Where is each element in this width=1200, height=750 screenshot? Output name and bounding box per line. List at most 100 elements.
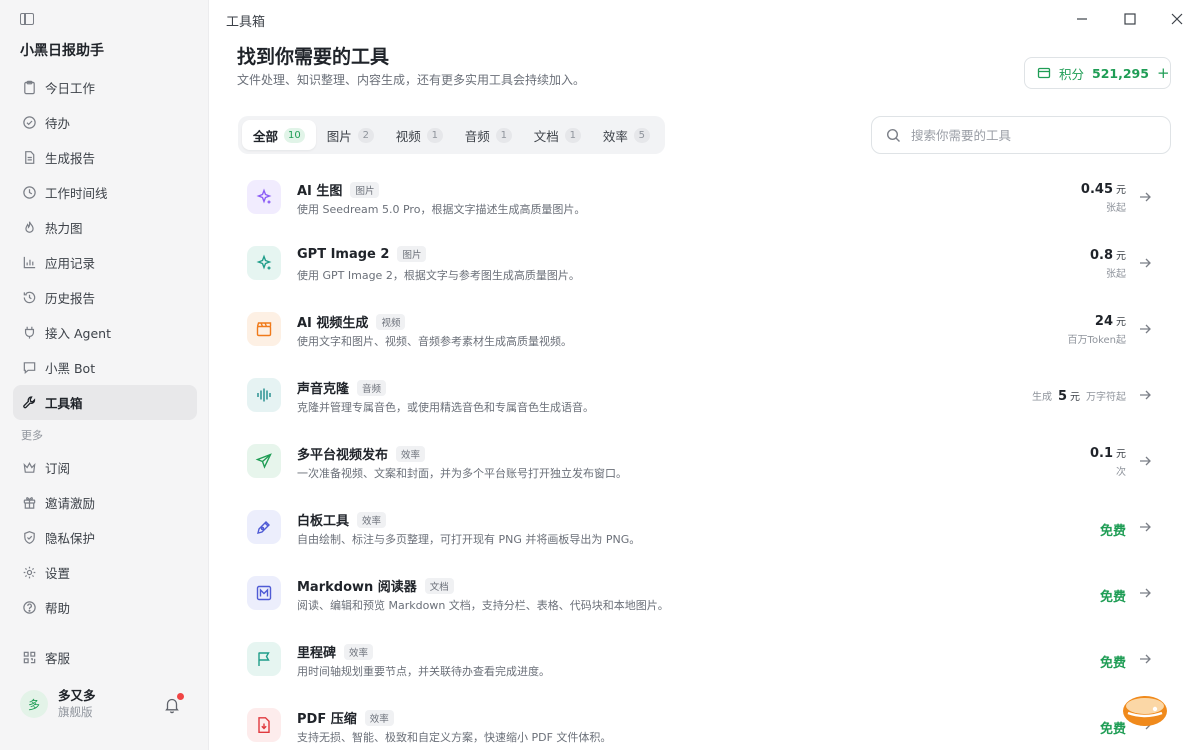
tool-row-gpt-image[interactable]: GPT Image 2 图片 使用 GPT Image 2，根据文字与参考图生成高…: [238, 234, 1162, 300]
wallet-icon: [1037, 66, 1051, 80]
tool-price: 免费: [1100, 586, 1126, 605]
tool-name-wrap: AI 生图 图片: [297, 180, 380, 199]
maximize-button[interactable]: [1119, 8, 1141, 30]
tool-name-wrap: GPT Image 2 图片: [297, 246, 427, 262]
tool-tag: 音频: [357, 379, 387, 396]
tool-icon-box: [247, 642, 281, 676]
minimize-button[interactable]: [1071, 8, 1093, 30]
sidebar-item-help[interactable]: 帮助: [13, 590, 197, 625]
tab-audio[interactable]: 音频 1: [454, 120, 523, 150]
sidebar-item-settings[interactable]: 设置: [13, 555, 197, 590]
price-note: 张起: [1106, 269, 1126, 280]
tool-icon-box: [247, 378, 281, 412]
sidebar-item-label: 应用记录: [45, 256, 96, 271]
user-profile[interactable]: 多 多又多 旗舰版: [20, 688, 96, 720]
tool-row-markdown[interactable]: Markdown 阅读器 文档 阅读、编辑和预览 Markdown 文档，支持分栏…: [238, 564, 1162, 630]
price-note: 张起: [1106, 203, 1126, 214]
tool-tag: 图片: [397, 246, 427, 262]
tool-description: 克隆并管理专属音色，或使用精选音色和专属音色生成语音。: [297, 401, 594, 414]
price-unit: 元: [1116, 251, 1126, 262]
tool-name-wrap: PDF 压缩 效率: [297, 708, 394, 727]
tool-name: AI 生图: [297, 184, 343, 199]
tool-price: 免费: [1100, 520, 1126, 539]
chat-icon: [21, 360, 37, 376]
sidebar-item-invite[interactable]: 邀请激励: [13, 485, 197, 520]
tab-all[interactable]: 全部 10: [242, 120, 316, 150]
sidebar-item-app-records[interactable]: 应用记录: [13, 245, 197, 280]
sidebar-item-today[interactable]: 今日工作: [13, 70, 197, 105]
tool-tag: 效率: [357, 511, 387, 528]
app-name: 小黑日报助手: [20, 43, 104, 59]
tool-tag: 文档: [424, 577, 454, 594]
points-add-icon: +: [1156, 64, 1170, 82]
tab-label: 视频: [395, 128, 421, 144]
tool-icon-box: [247, 708, 281, 742]
search-box: [871, 116, 1171, 154]
tool-tag: 效率: [344, 643, 374, 660]
price-suffix: 万字符起: [1086, 392, 1126, 403]
sidebar-item-label: 接入 Agent: [45, 326, 111, 341]
tool-name: 多平台视频发布: [297, 448, 389, 463]
sidebar-item-history-reports[interactable]: 历史报告: [13, 280, 197, 315]
tool-tag: 视频: [376, 313, 406, 330]
pen-icon: [255, 518, 273, 536]
sidebar-item-label: 待办: [45, 116, 71, 131]
price-unit: 元: [1116, 449, 1126, 460]
tool-row-milestone[interactable]: 里程碑 效率 用时间轴规划重要节点，并关联待办查看完成进度。 免费: [238, 630, 1162, 696]
sidebar-item-privacy[interactable]: 隐私保护: [13, 520, 197, 555]
tool-row-pdf-compress[interactable]: PDF 压缩 效率 支持无损、智能、极致和自定义方案，快速缩小 PDF 文件体积。…: [238, 696, 1162, 750]
send-icon: [255, 452, 273, 470]
price-value: 24: [1094, 314, 1113, 329]
sidebar-item-label: 工具箱: [45, 396, 83, 411]
price-unit: 元: [1116, 185, 1126, 196]
tool-icon-box: [247, 444, 281, 478]
tab-image[interactable]: 图片 2: [316, 120, 385, 150]
tab-efficiency[interactable]: 效率 5: [592, 120, 661, 150]
sidebar-item-generate-report[interactable]: 生成报告: [13, 140, 197, 175]
tool-row-multi-publish[interactable]: 多平台视频发布 效率 一次准备视频、文案和封面，并为多个平台账号打开独立发布窗口。…: [238, 432, 1162, 498]
history-icon: [21, 290, 37, 306]
flame-icon: [21, 220, 37, 236]
sidebar-item-label: 历史报告: [45, 291, 96, 306]
sidebar-item-toolbox[interactable]: 工具箱: [13, 385, 197, 420]
tab-video[interactable]: 视频 1: [385, 120, 454, 150]
sidebar-item-timeline[interactable]: 工作时间线: [13, 175, 197, 210]
tool-row-ai-image[interactable]: AI 生图 图片 使用 Seedream 5.0 Pro，根据文字描述生成高质量图…: [238, 168, 1162, 234]
sidebar-item-label: 设置: [45, 566, 71, 581]
arrow-right-icon: [1138, 256, 1152, 270]
mascot-assistant-icon[interactable]: [1122, 693, 1168, 729]
sidebar-item-label: 帮助: [45, 601, 71, 616]
tool-row-whiteboard[interactable]: 白板工具 效率 自由绘制、标注与多页整理，可打开现有 PNG 并将画板导出为 PN…: [238, 498, 1162, 564]
shield-icon: [21, 530, 37, 546]
sidebar-item-service[interactable]: 客服: [13, 640, 197, 675]
tool-price: 免费: [1100, 652, 1126, 671]
sidebar-item-todo[interactable]: 待办: [13, 105, 197, 140]
sparkle-icon: [255, 188, 273, 206]
sidebar-item-subscription[interactable]: 订阅: [13, 450, 197, 485]
page-subtitle: 文件处理、知识整理、内容生成，还有更多实用工具会持续加入。: [237, 73, 586, 87]
sidebar-toggle-icon[interactable]: [20, 13, 34, 25]
tool-row-voice-clone[interactable]: 声音克隆 音频 克隆并管理专属音色，或使用精选音色和专属音色生成语音。 生成 5 元万…: [238, 366, 1162, 432]
sidebar-item-agent[interactable]: 接入 Agent: [13, 315, 197, 350]
price-free: 免费: [1099, 590, 1126, 605]
sidebar-item-bot[interactable]: 小黑 Bot: [13, 350, 197, 385]
price-value: 0.8: [1089, 248, 1113, 263]
tool-name-wrap: 里程碑 效率: [297, 642, 374, 661]
arrow-right-icon: [1138, 520, 1152, 534]
tool-name-wrap: 多平台视频发布 效率: [297, 444, 426, 463]
price-unit: 元: [1070, 392, 1080, 403]
points-button[interactable]: 积分 521,295 +: [1024, 57, 1171, 89]
price-note: 次: [1116, 467, 1126, 478]
sidebar-item-label: 隐私保护: [45, 531, 96, 546]
tab-document[interactable]: 文档 1: [523, 120, 592, 150]
tool-row-ai-video[interactable]: AI 视频生成 视频 使用文字和图片、视频、音频参考素材生成高质量视频。 24 元百…: [238, 300, 1162, 366]
close-button[interactable]: [1166, 8, 1188, 30]
sidebar-item-heatmap[interactable]: 热力图: [13, 210, 197, 245]
tool-icon-box: [247, 180, 281, 214]
sidebar-item-label: 订阅: [45, 461, 71, 476]
tool-icon-box: [247, 576, 281, 610]
search-input[interactable]: [911, 127, 1151, 143]
arrow-right-icon: [1138, 586, 1152, 600]
price-free: 免费: [1099, 524, 1126, 539]
price-note: 百万Token起: [1067, 335, 1126, 346]
